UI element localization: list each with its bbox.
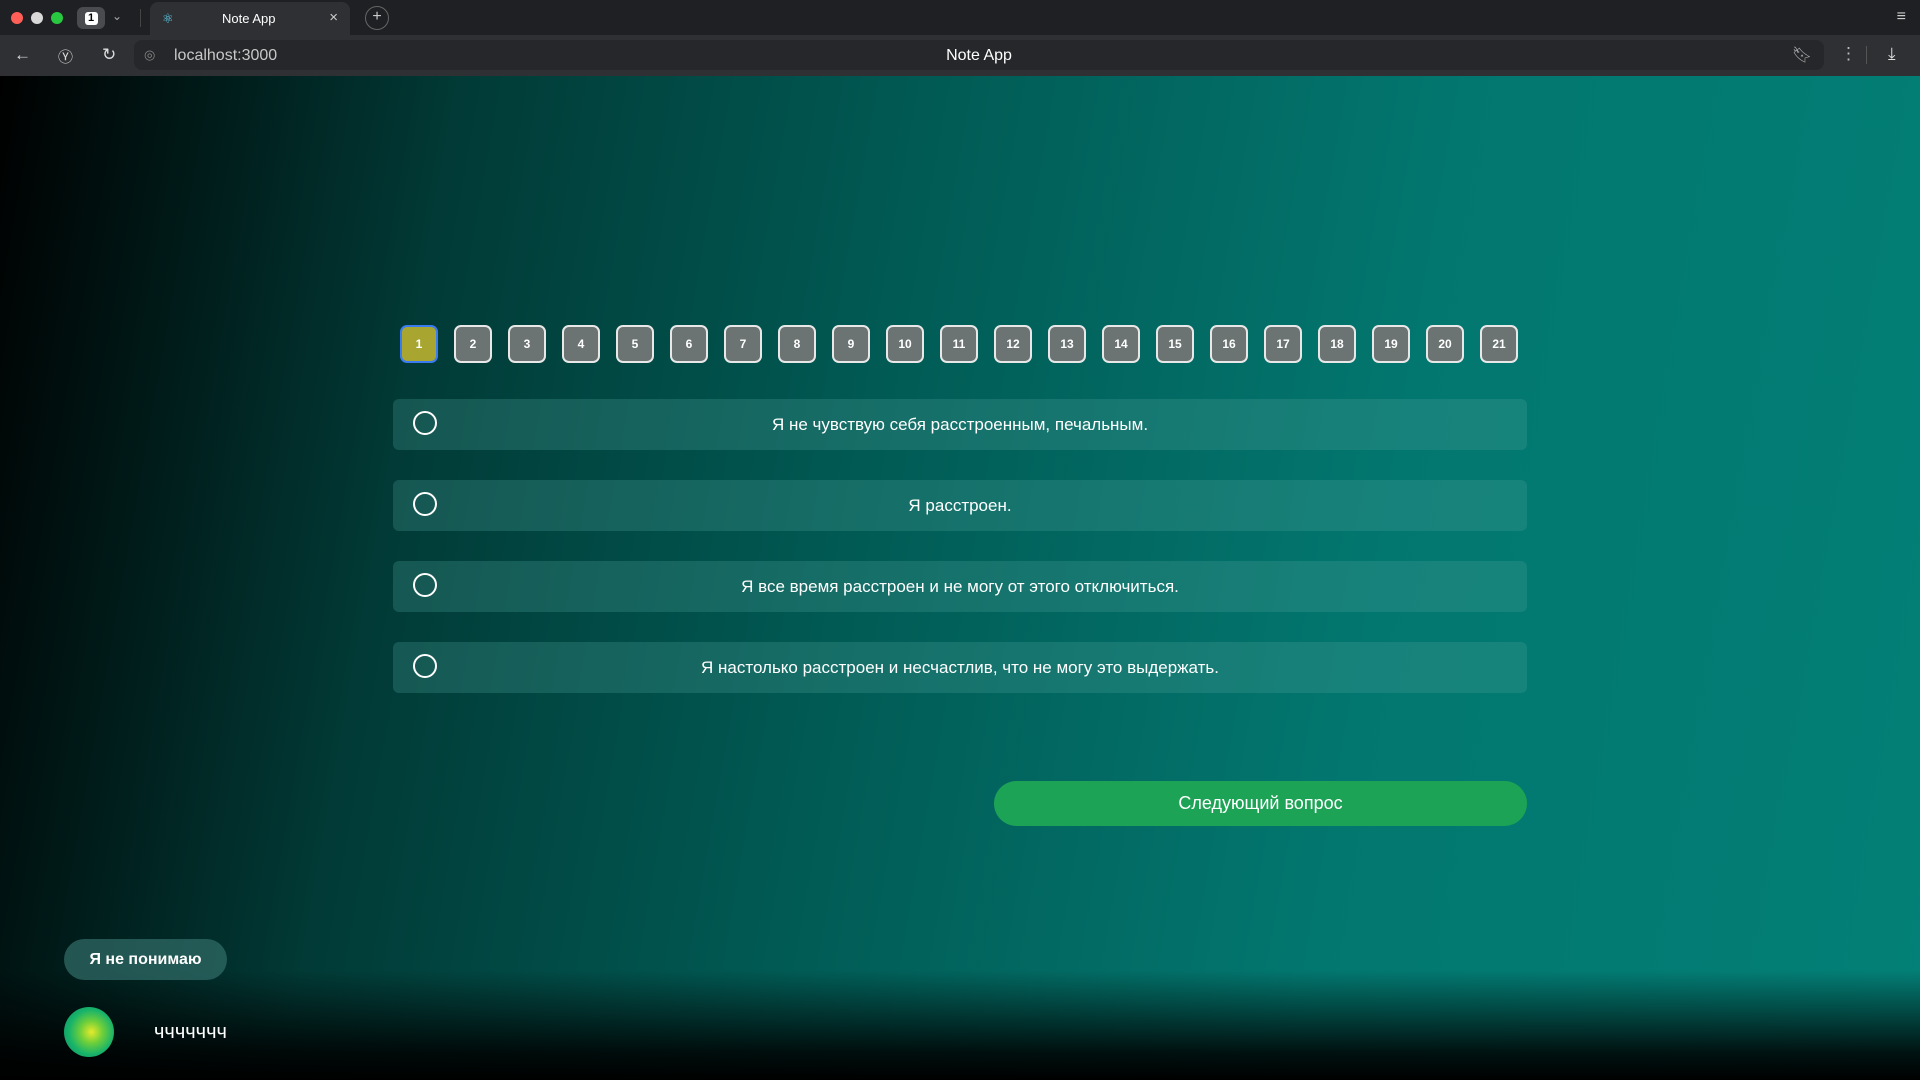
new-tab-button[interactable]: + [365,6,389,30]
tab-counter-button[interactable]: 1 [77,7,105,29]
back-arrow-icon[interactable]: ← [14,45,31,65]
question-button-3[interactable]: 3 [508,325,546,363]
react-icon: ⚛ [162,11,174,26]
toolbar-divider [1866,46,1867,64]
tab-title: Note App [222,11,276,26]
user-input-text[interactable]: ччччччч [154,1021,227,1044]
question-button-13[interactable]: 13 [1048,325,1086,363]
question-button-7[interactable]: 7 [724,325,762,363]
browser-tab[interactable]: ⚛ Note App × [150,2,350,35]
question-button-15[interactable]: 15 [1156,325,1194,363]
question-button-9[interactable]: 9 [832,325,870,363]
question-button-2[interactable]: 2 [454,325,492,363]
question-button-21[interactable]: 21 [1480,325,1518,363]
page-content: 1 2 3 4 5 6 7 8 9 10 11 12 13 14 15 16 1… [0,76,1920,1080]
reload-icon[interactable]: ↻ [102,45,116,65]
question-button-11[interactable]: 11 [940,325,978,363]
question-button-14[interactable]: 14 [1102,325,1140,363]
question-button-8[interactable]: 8 [778,325,816,363]
answer-option[interactable]: Я настолько расстроен и несчастлив, что … [393,642,1527,693]
bookmark-icon[interactable]: 🔖︎ [1792,45,1812,65]
answer-text: Я все время расстроен и не могу от этого… [741,577,1179,596]
more-vertical-icon[interactable]: ⋮ [1840,44,1857,64]
dont-understand-button[interactable]: Я не понимаю [64,939,227,980]
question-button-17[interactable]: 17 [1264,325,1302,363]
answer-option[interactable]: Я все время расстроен и не могу от этого… [393,561,1527,612]
avatar[interactable] [64,1007,114,1057]
menu-icon[interactable]: ≡ [1897,8,1906,26]
tab-count-label: 1 [84,11,98,25]
question-button-20[interactable]: 20 [1426,325,1464,363]
page-title: Note App [946,47,1012,64]
answer-text: Я не чувствую себя расстроенным, печальн… [771,415,1149,434]
chevron-down-icon[interactable]: ⌄ [112,9,122,23]
yandex-icon[interactable]: Ⓨ [58,46,73,67]
browser-tab-bar: 1 ⌄ ⚛ Note App × + ≡ [0,0,1920,35]
question-button-6[interactable]: 6 [670,325,708,363]
question-button-5[interactable]: 5 [616,325,654,363]
close-window-button[interactable] [11,12,23,24]
maximize-window-button[interactable] [51,12,63,24]
minimize-window-button[interactable] [31,12,43,24]
answer-option[interactable]: Я расстроен. [393,480,1527,531]
download-icon[interactable]: ⤓ [1888,44,1896,64]
question-button-10[interactable]: 10 [886,325,924,363]
answer-text: Я настолько расстроен и несчастлив, что … [701,658,1219,677]
question-button-19[interactable]: 19 [1372,325,1410,363]
answer-option[interactable]: Я не чувствую себя расстроенным, печальн… [393,399,1527,450]
question-button-16[interactable]: 16 [1210,325,1248,363]
answer-text: Я расстроен. [908,496,1012,515]
tab-divider [140,9,141,27]
question-button-12[interactable]: 12 [994,325,1032,363]
close-icon[interactable]: × [329,9,338,26]
question-button-4[interactable]: 4 [562,325,600,363]
url-field[interactable]: ◎ localhost:3000 Note App 🔖︎ [134,40,1824,70]
question-button-18[interactable]: 18 [1318,325,1356,363]
question-navigation: 1 2 3 4 5 6 7 8 9 10 11 12 13 14 15 16 1… [400,325,1520,365]
next-question-button[interactable]: Следующий вопрос [994,781,1527,826]
address-bar: ← Ⓨ ↻ ◎ localhost:3000 Note App 🔖︎ ⋮ ⤓ [0,35,1920,77]
question-button-1[interactable]: 1 [400,325,438,363]
